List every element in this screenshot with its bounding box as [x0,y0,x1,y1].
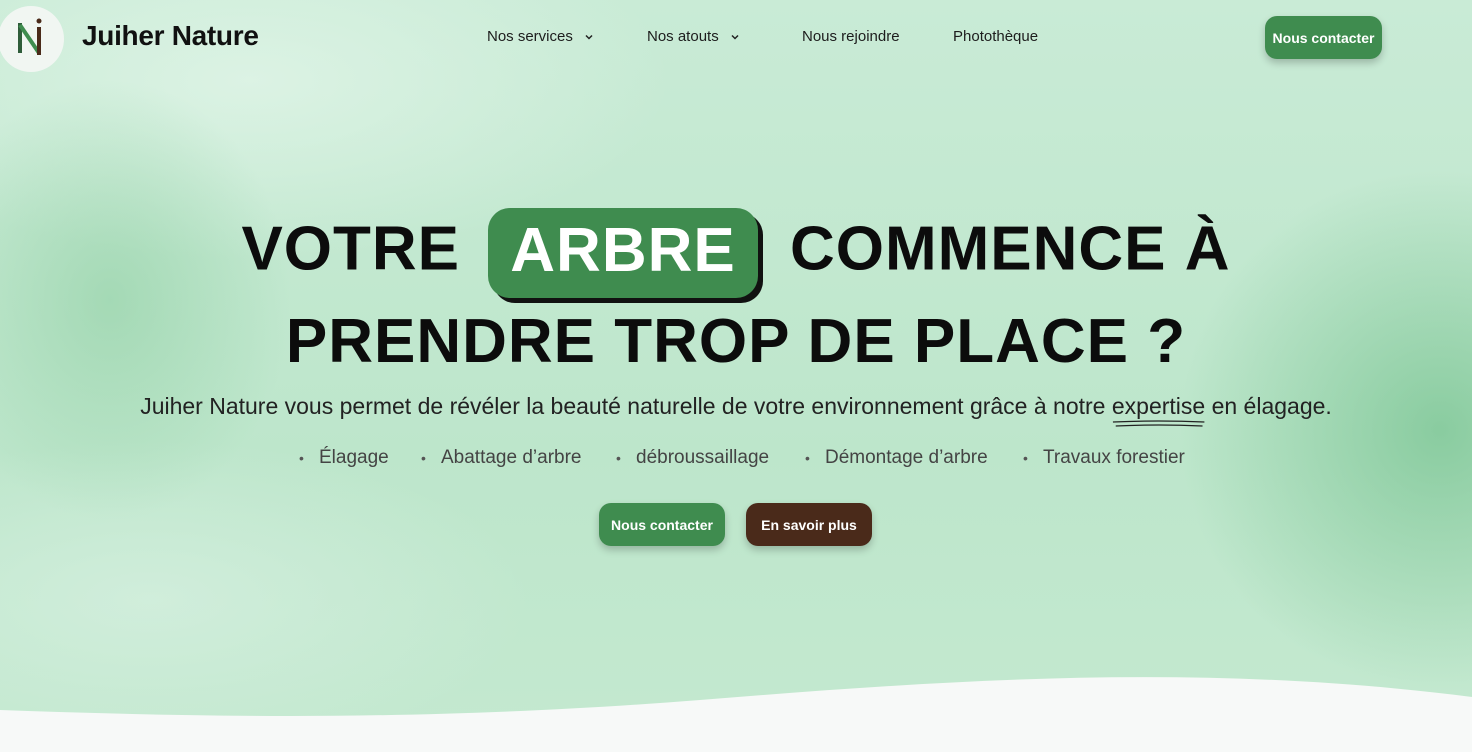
subtitle-after: en élagage. [1211,393,1332,419]
hero-title-before: VOTRE [241,214,461,284]
nav-item-phototheque[interactable]: Photothèque [953,28,1038,45]
bottom-wave-divider [0,677,1472,752]
service-item: Abattage d’arbre [421,447,581,469]
service-item: Démontage d’arbre [805,447,988,469]
nav-item-rejoindre[interactable]: Nous rejoindre [802,28,900,45]
hero-title-line2: PRENDRE TROP DE PLACE ? [285,307,1187,376]
service-item: Travaux forestier [1023,447,1185,469]
header-contact-button[interactable]: Nous contacter [1265,16,1382,59]
nav-item-label: Nos services [487,28,573,45]
subtitle-before: Juiher Nature vous permet de révéler la … [140,393,1106,419]
service-item: débroussaillage [616,447,769,469]
subtitle-underlined-text: expertise [1111,393,1206,419]
subtitle-underlined-word: expertise [1111,393,1206,427]
nav-item-label: Nos atouts [647,28,719,45]
learn-more-button[interactable]: En savoir plus [746,503,872,546]
hero-title-highlight-pill: ARBRE [488,208,763,303]
service-item: Élagage [299,447,389,469]
brand-name[interactable]: Juiher Nature [82,20,259,52]
chevron-down-icon [585,34,593,40]
nav-item-label: Nous rejoindre [802,28,900,45]
hero-contact-button[interactable]: Nous contacter [599,503,725,546]
hero-background [0,0,1472,752]
underline-scribble [1112,420,1205,427]
nj-monogram-logo-icon [18,18,42,55]
nav-item-atouts[interactable]: Nos atouts [647,28,741,45]
logo[interactable] [0,6,64,72]
hero-title-after: COMMENCE À [789,214,1231,284]
nav-item-label: Photothèque [953,28,1039,45]
hero-title-highlight: ARBRE [488,208,758,298]
chevron-down-icon [731,34,739,40]
nav-item-services[interactable]: Nos services [487,28,595,45]
hero-title-line1: VOTRE ARBRE COMMENCE À [0,208,1472,303]
hero-subtitle: Juiher Nature vous permet de révéler la … [0,393,1472,427]
